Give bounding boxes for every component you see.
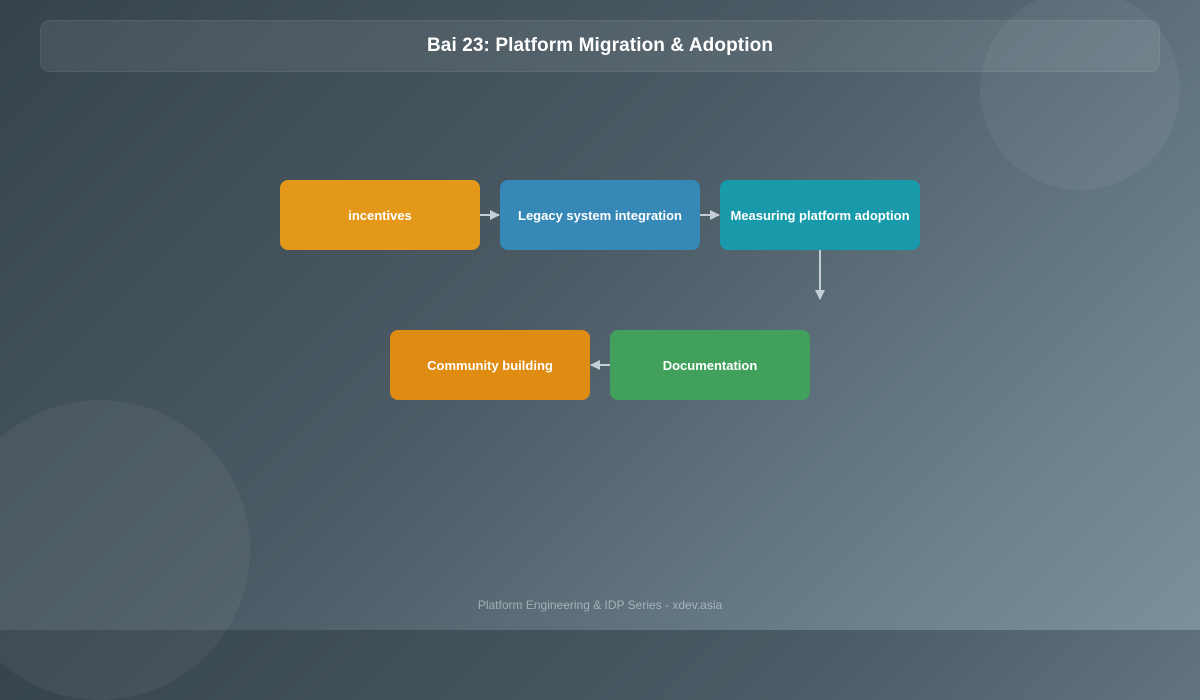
node-community-building: Community building bbox=[390, 330, 590, 400]
footer-credit: Platform Engineering & IDP Series - xdev… bbox=[477, 598, 723, 612]
node-label: Community building bbox=[427, 357, 553, 373]
flow-connectors bbox=[480, 210, 825, 370]
node-incentives: incentives bbox=[280, 180, 480, 250]
node-measuring-platform-adoption: Measuring platform adoption bbox=[720, 180, 920, 250]
node-label: Measuring platform adoption bbox=[730, 207, 910, 223]
node-label: incentives bbox=[348, 207, 412, 223]
node-label: Legacy system integration bbox=[518, 207, 682, 223]
node-legacy-system-integration: Legacy system integration bbox=[500, 180, 700, 250]
node-label: Documentation bbox=[662, 357, 758, 373]
node-documentation: Documentation bbox=[610, 330, 810, 400]
